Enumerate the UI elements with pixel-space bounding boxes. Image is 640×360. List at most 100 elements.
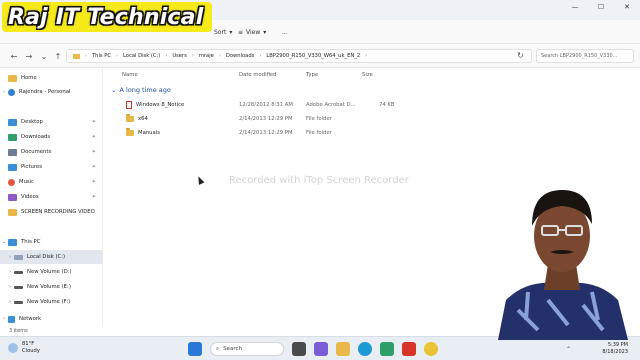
back-button[interactable]: ← — [9, 51, 19, 61]
view-button[interactable]: ≡ View ▾ — [238, 26, 266, 38]
sidebar-item-pictures[interactable]: Pictures ✦ — [0, 160, 102, 174]
breadcrumb-this-pc[interactable]: This PC — [92, 53, 111, 59]
taskbar-search[interactable]: ⌕ Search — [210, 342, 284, 356]
chevron-right-icon[interactable]: › — [6, 254, 14, 260]
sidebar-item-network[interactable]: › Network — [0, 312, 102, 326]
network-icon — [8, 315, 15, 323]
taskbar-search-label: Search — [223, 346, 242, 352]
maximize-button[interactable]: ☐ — [588, 0, 614, 14]
system-clock[interactable]: 5:39 PM 8/18/2023 — [602, 342, 628, 356]
file-name: Manuals — [138, 129, 161, 136]
start-icon[interactable] — [188, 342, 202, 356]
recorder-app-icon[interactable] — [402, 342, 416, 356]
sort-button[interactable]: Sort ▾ — [214, 26, 232, 38]
sidebar-item-label: Documents — [21, 149, 52, 155]
sidebar-item-drive-e[interactable]: › New Volume (E:) — [0, 280, 102, 294]
chevron-right-icon[interactable]: › — [0, 89, 8, 95]
sidebar-item-this-pc[interactable]: ⌄ This PC — [0, 235, 102, 249]
sidebar-item-home[interactable]: Home — [0, 71, 102, 85]
more-options-button[interactable]: ... — [282, 26, 288, 38]
sidebar-item-label: Local Disk (C:) — [27, 254, 66, 260]
weather-temperature: 81°F — [22, 341, 35, 347]
address-field[interactable]: › This PC › Local Disk (C:) › Users › mr… — [66, 49, 532, 63]
sidebar-item-label: Pictures — [21, 164, 42, 170]
channel-logo: Raj IT Technical — [2, 2, 212, 32]
breadcrumb-mraje[interactable]: mraje — [199, 53, 214, 59]
column-header-date[interactable]: Date modified — [239, 72, 277, 78]
file-type: Adobe Acrobat D... — [306, 101, 356, 108]
desktop-icon — [8, 118, 17, 126]
store-icon[interactable] — [380, 342, 394, 356]
view-label: View — [246, 28, 261, 36]
breadcrumb-current-folder[interactable]: LBP2900_R150_V330_W64_uk_EN_2 — [266, 53, 360, 59]
search-input[interactable]: Search LBP2900_R150_V330... — [536, 49, 634, 63]
file-name: x64 — [138, 115, 148, 122]
chevron-right-icon[interactable]: › — [6, 269, 14, 275]
file-date: 12/28/2012 8:31 AM — [239, 101, 293, 108]
column-header-name[interactable]: Name — [122, 72, 138, 78]
group-header[interactable]: ⌄ A long time ago — [111, 86, 171, 94]
file-size: 74 KB — [379, 101, 395, 108]
folder-icon — [126, 127, 134, 136]
documents-icon — [8, 148, 17, 156]
downloads-icon — [8, 133, 17, 141]
sidebar-item-documents[interactable]: Documents ✦ — [0, 145, 102, 159]
group-label: A long time ago — [119, 86, 171, 94]
chevron-right-icon[interactable]: › — [6, 299, 14, 305]
column-header-size[interactable]: Size — [362, 72, 373, 78]
sidebar-item-account[interactable]: › Rajendra - Personal — [0, 85, 102, 99]
minimize-button[interactable]: — — [562, 0, 588, 14]
pin-icon: ✦ — [91, 149, 96, 155]
breadcrumb-users[interactable]: Users — [172, 53, 187, 59]
sidebar-item-label: New Volume (F:) — [27, 299, 71, 305]
chevron-right-icon[interactable]: › — [6, 284, 14, 290]
column-header-type[interactable]: Type — [306, 72, 318, 78]
sidebar-item-label: Desktop — [21, 119, 43, 125]
folder-icon — [8, 208, 17, 216]
breadcrumb-local-disk[interactable]: Local Disk (C:) — [123, 53, 160, 59]
folder-icon — [126, 113, 134, 122]
weather-widget[interactable]: 81°F Cloudy — [8, 341, 40, 355]
table-row[interactable]: x64 2/14/2013 12:29 PM File folder — [104, 112, 404, 125]
chrome-icon[interactable] — [424, 342, 438, 356]
sidebar-item-local-disk[interactable]: › Local Disk (C:) — [0, 250, 102, 264]
music-icon — [8, 178, 15, 186]
sidebar-item-label: SCREEN RECORDING VIDEO — [21, 209, 95, 215]
edge-icon[interactable] — [358, 342, 372, 356]
drive-icon — [14, 285, 23, 289]
sidebar-item-videos[interactable]: Videos ✦ — [0, 190, 102, 204]
teams-icon[interactable] — [314, 342, 328, 356]
sort-label: Sort — [214, 28, 227, 36]
sidebar-item-label: Rajendra - Personal — [19, 89, 71, 95]
sidebar-item-music[interactable]: Music ✦ — [0, 175, 102, 189]
recent-locations-button[interactable]: ⌄ — [39, 51, 49, 61]
sidebar-item-drive-f[interactable]: › New Volume (F:) — [0, 295, 102, 309]
breadcrumb-downloads[interactable]: Downloads — [226, 53, 255, 59]
sidebar-item-downloads[interactable]: Downloads ✦ — [0, 130, 102, 144]
system-tray-expand-icon[interactable]: ⌃ — [566, 346, 571, 353]
recorder-watermark: Recorded with iTop Screen Recorder — [229, 175, 409, 186]
file-date: 2/14/2013 12:29 PM — [239, 115, 293, 122]
pin-icon: ✦ — [91, 194, 96, 200]
chevron-right-icon[interactable]: › — [0, 316, 8, 322]
sidebar-item-screen-recording[interactable]: SCREEN RECORDING VIDEO — [0, 205, 102, 219]
chevron-down-icon: ⌄ — [111, 86, 117, 94]
weather-description: Cloudy — [22, 348, 40, 354]
close-button[interactable]: ✕ — [614, 0, 640, 14]
sidebar-item-label: New Volume (D:) — [27, 269, 72, 275]
sidebar-item-drive-d[interactable]: › New Volume (D:) — [0, 265, 102, 279]
chevron-down-icon[interactable]: ⌄ — [0, 239, 8, 245]
sidebar-item-label: Music — [19, 179, 35, 185]
task-view-icon[interactable] — [292, 342, 306, 356]
cloud-icon — [8, 88, 15, 96]
channel-logo-text: Raj IT Technical — [8, 4, 204, 30]
table-row[interactable]: Manuals 2/14/2013 12:29 PM File folder — [104, 126, 404, 139]
table-row[interactable]: Windows 8_Notice 12/28/2012 8:31 AM Adob… — [104, 98, 404, 111]
up-button[interactable]: ↑ — [53, 51, 63, 61]
forward-button[interactable]: → — [24, 51, 34, 61]
sidebar-item-desktop[interactable]: Desktop ✦ — [0, 115, 102, 129]
file-explorer-icon[interactable] — [336, 342, 350, 356]
pdf-file-icon — [126, 100, 132, 109]
sidebar-item-label: Network — [19, 316, 42, 322]
refresh-icon[interactable]: ↻ — [517, 51, 524, 60]
